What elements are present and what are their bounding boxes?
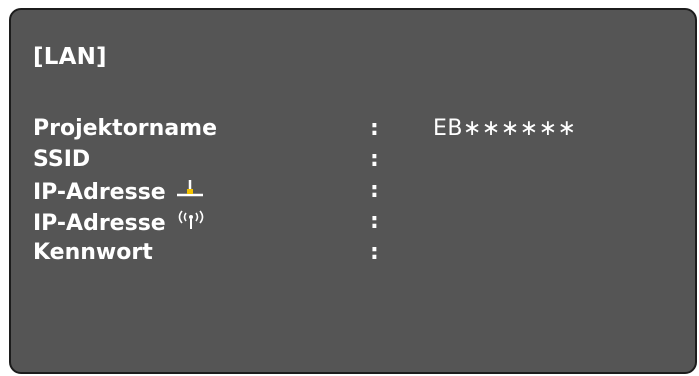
lan-info-screen: [LAN] Projektorname : EB∗∗∗∗∗∗ SSID : IP… bbox=[9, 8, 697, 374]
info-row-ip-wireless: IP-Adresse : bbox=[33, 209, 673, 239]
wired-lan-icon bbox=[176, 178, 204, 206]
info-row-projector-name: Projektorname : EB∗∗∗∗∗∗ bbox=[33, 116, 673, 146]
info-row-ssid: SSID : bbox=[33, 147, 673, 177]
wireless-lan-icon bbox=[176, 209, 206, 237]
row-label: Projektorname bbox=[33, 116, 218, 141]
info-row-password: Kennwort : bbox=[33, 240, 673, 270]
row-label: SSID bbox=[33, 147, 91, 172]
row-label-wrap: IP-Adresse bbox=[33, 178, 204, 206]
row-separator: : bbox=[370, 209, 379, 234]
row-label: IP-Adresse bbox=[33, 179, 166, 205]
row-separator: : bbox=[370, 178, 379, 203]
row-separator: : bbox=[370, 147, 379, 172]
row-separator: : bbox=[370, 116, 379, 141]
row-label: Kennwort bbox=[33, 240, 153, 265]
row-label-wrap: IP-Adresse bbox=[33, 209, 206, 237]
section-title: [LAN] bbox=[33, 44, 107, 70]
info-row-ip-wired: IP-Adresse : bbox=[33, 178, 673, 208]
projector-name-value: EB∗∗∗∗∗∗ bbox=[433, 116, 577, 141]
row-label: IP-Adresse bbox=[33, 210, 166, 236]
row-separator: : bbox=[370, 240, 379, 265]
